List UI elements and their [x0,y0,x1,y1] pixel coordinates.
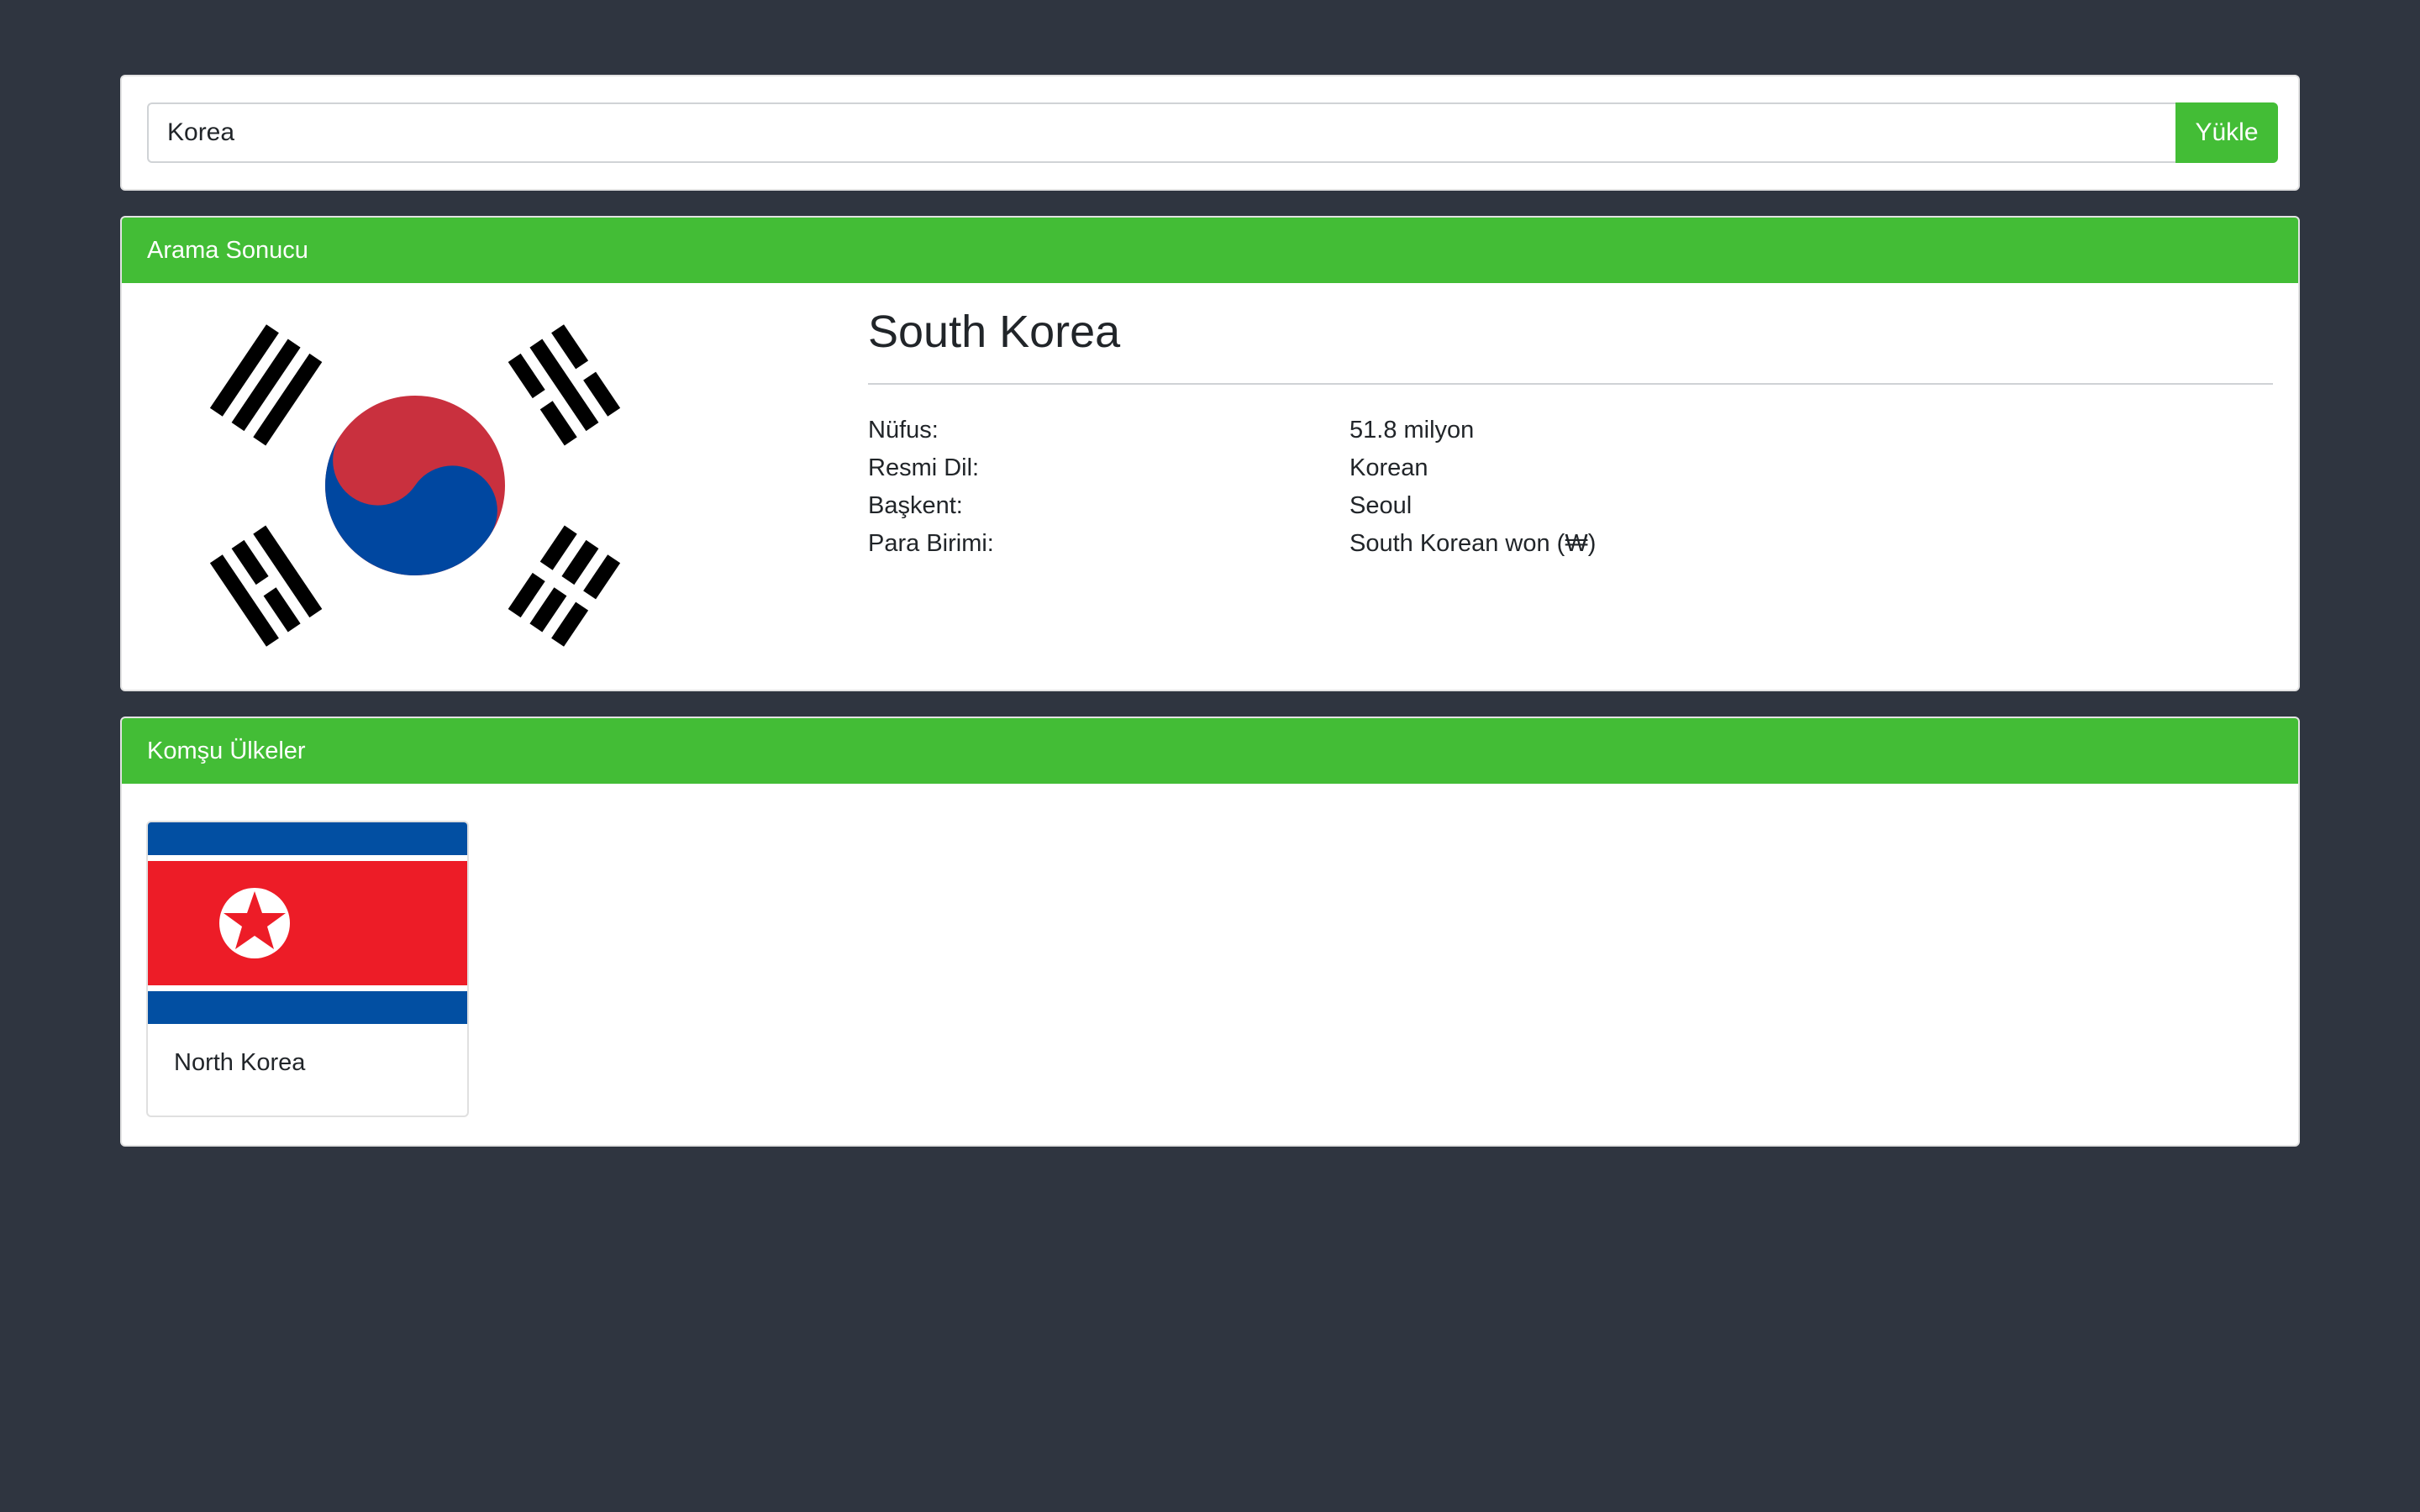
neighbor-name: North Korea [174,1049,306,1076]
neighbor-card-north-korea[interactable]: North Korea [146,821,469,1117]
currency-value: South Korean won (₩) [1349,530,1597,557]
population-label: Nüfus: [868,417,939,444]
capital-label: Başkent: [868,492,963,519]
search-input[interactable] [147,102,2177,163]
load-button[interactable]: Yükle [2175,102,2278,163]
official-language-value: Korean [1349,454,1428,481]
population-value: 51.8 milyon [1349,417,1475,444]
capital-value: Seoul [1349,492,1413,519]
country-name: South Korea [868,307,1121,357]
official-language-label: Resmi Dil: [868,454,980,481]
search-card: Yükle [120,75,2300,191]
search-result-header: Arama Sonucu [122,218,2298,283]
divider [868,383,2273,385]
north-korea-flag-icon [148,822,467,1024]
neighbors-header: Komşu Ülkeler [122,718,2298,784]
south-korea-flag-icon [209,324,621,647]
currency-label: Para Birimi: [868,530,994,557]
